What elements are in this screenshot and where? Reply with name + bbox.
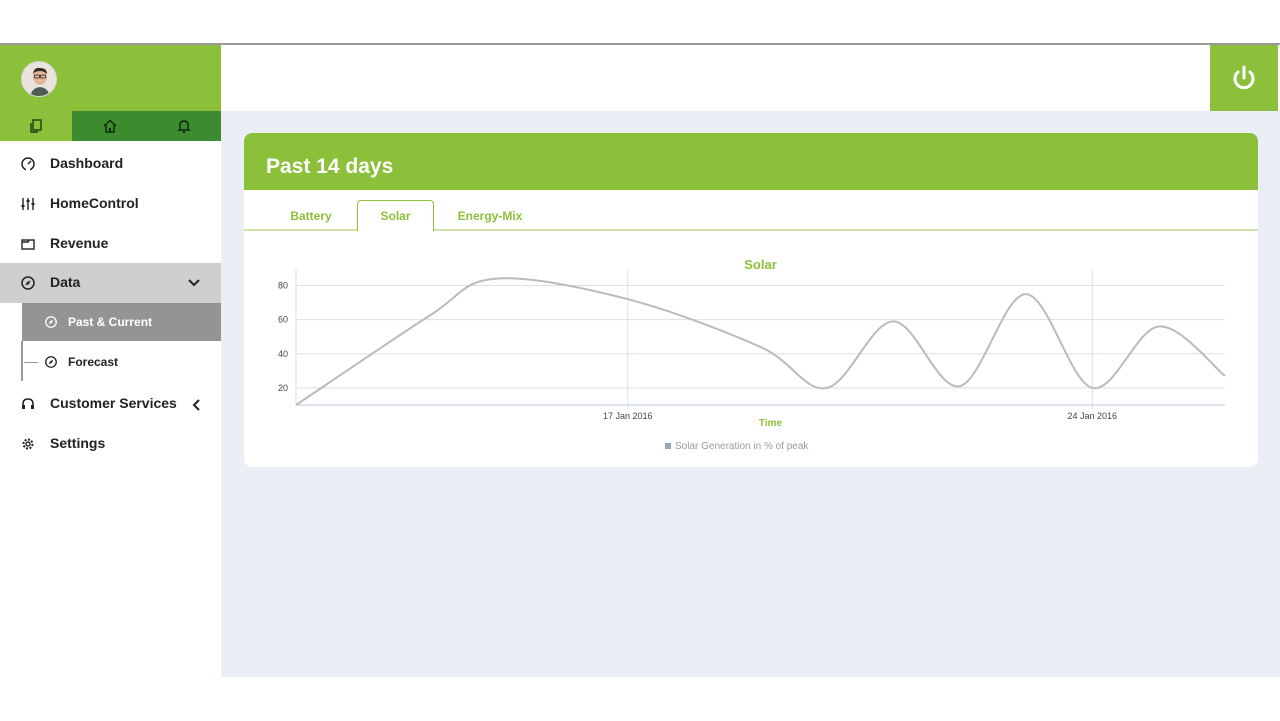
card-header: Past 14 days: [244, 133, 1258, 190]
nav-dashboard[interactable]: Dashboard: [0, 144, 221, 184]
compass-icon: [45, 356, 57, 368]
nav-label-homecontrol: HomeControl: [50, 195, 139, 211]
y-tick-label: 20: [278, 383, 288, 393]
nav-data[interactable]: Data: [0, 263, 221, 303]
documents-icon: [30, 119, 42, 133]
avatar[interactable]: [21, 61, 57, 97]
series-line-solar-generation: [295, 277, 1226, 406]
y-tick-label: 80: [278, 281, 288, 291]
solar-chart: Solar 20 40 60 80 17 Jan 2016 24 Jan 2016 Time S…: [278, 257, 1226, 452]
sidebar-icon-bar: [0, 111, 221, 141]
bottom-strip: [0, 677, 1280, 721]
gauge-icon: [21, 157, 35, 171]
logout-button[interactable]: [1210, 45, 1278, 111]
x-axis-label: Time: [759, 418, 783, 429]
profile-area: [0, 45, 221, 111]
main-content: Past 14 days Battery Solar Energy-Mix So…: [221, 111, 1280, 677]
chevron-left-icon: [192, 399, 200, 411]
nav-label-data: Data: [50, 274, 81, 290]
subnav-label-past-current: Past & Current: [68, 315, 153, 329]
chart-tabs: Battery Solar Energy-Mix: [244, 190, 1258, 231]
sliders-icon: [21, 198, 35, 210]
compass-icon: [21, 276, 35, 290]
power-icon: [1233, 65, 1255, 90]
chart-title: Solar: [744, 257, 777, 272]
chevron-down-icon: [188, 279, 200, 287]
bell-icon: [177, 120, 191, 134]
sidebar: Dashboard HomeControl Revenue Data Past …: [0, 45, 244, 677]
tab-battery[interactable]: Battery: [268, 200, 354, 231]
tab-solar[interactable]: Solar: [357, 200, 434, 231]
nav-label-settings: Settings: [50, 435, 106, 451]
legend-swatch: [665, 443, 671, 449]
gear-icon: [22, 438, 34, 450]
top-header: [221, 45, 1280, 111]
card-title: Past 14 days: [266, 155, 394, 178]
tab-energy-mix[interactable]: Energy-Mix: [440, 200, 540, 231]
subnav-label-forecast: Forecast: [68, 355, 119, 369]
wallet-icon: [21, 239, 35, 250]
past-days-card: Past 14 days Battery Solar Energy-Mix So…: [244, 133, 1258, 467]
nav-label-revenue: Revenue: [50, 235, 109, 251]
compass-icon: [45, 316, 57, 328]
headset-icon: [22, 398, 34, 409]
nav-settings[interactable]: Settings: [0, 424, 221, 464]
home-button[interactable]: [72, 111, 147, 141]
x-tick-label: 17 Jan 2016: [603, 411, 653, 421]
subnav-tree-tick: [24, 362, 38, 363]
subnav-forecast[interactable]: Forecast: [22, 343, 221, 381]
nav-label-customer-services: Customer Services: [50, 395, 177, 411]
nav-revenue[interactable]: Revenue: [0, 224, 221, 264]
documents-button[interactable]: [0, 111, 72, 141]
app-window: Dashboard HomeControl Revenue Data Past …: [0, 0, 1280, 721]
legend-label: Solar Generation in % of peak: [675, 441, 809, 452]
y-tick-label: 60: [278, 315, 288, 325]
nav-homecontrol[interactable]: HomeControl: [0, 184, 221, 224]
nav-label-dashboard: Dashboard: [50, 155, 124, 171]
notifications-button[interactable]: [147, 111, 221, 141]
x-tick-label: 24 Jan 2016: [1068, 411, 1118, 421]
subnav-past-current[interactable]: Past & Current: [22, 303, 244, 341]
nav-customer-services[interactable]: Customer Services: [0, 384, 221, 424]
y-tick-label: 40: [278, 349, 288, 359]
home-icon: [102, 119, 117, 133]
